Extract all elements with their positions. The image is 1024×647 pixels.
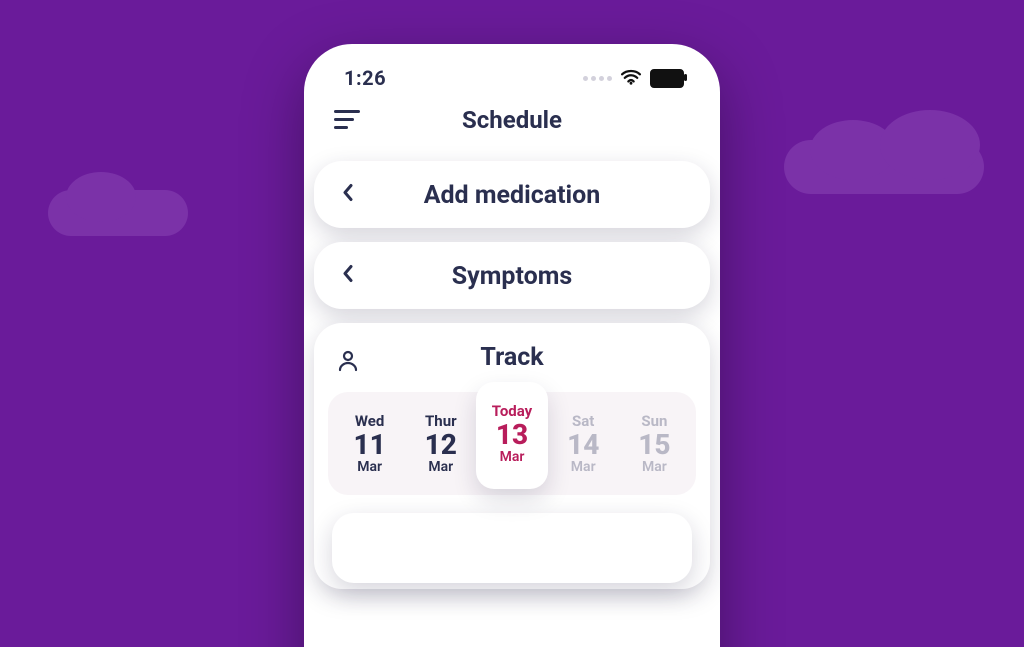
calendar-day[interactable]: Wed 11 Mar (334, 406, 405, 481)
back-chevron-icon[interactable] (334, 176, 362, 213)
day-of-month: 12 (405, 430, 476, 459)
stage: 1:26 Schedule Add medication (0, 0, 1024, 647)
status-time: 1:26 (344, 66, 386, 90)
calendar-day[interactable]: Sat 14 Mar (548, 406, 619, 481)
decorative-cloud-right (784, 140, 984, 194)
card-title: Add medication (328, 181, 696, 210)
day-of-month: 13 (476, 420, 547, 449)
card-title: Symptoms (328, 262, 696, 291)
day-of-month: 15 (619, 430, 690, 459)
back-chevron-icon[interactable] (334, 257, 362, 294)
page-title: Schedule (304, 106, 720, 134)
month-label: Mar (548, 459, 619, 475)
month-label: Mar (334, 459, 405, 475)
wifi-icon (620, 66, 642, 90)
card-title: Track (328, 343, 696, 372)
card-track: Track Wed 11 Mar Thur 12 Mar Today 13 Ma… (314, 323, 710, 589)
calendar-day[interactable]: Thur 12 Mar (405, 406, 476, 481)
card-add-medication[interactable]: Add medication (314, 161, 710, 228)
battery-icon (650, 69, 684, 88)
profile-icon[interactable] (332, 345, 364, 381)
menu-icon[interactable] (328, 104, 366, 135)
month-label: Mar (476, 449, 547, 465)
calendar-strip[interactable]: Wed 11 Mar Thur 12 Mar Today 13 Mar Sat … (328, 392, 696, 495)
card-symptoms[interactable]: Symptoms (314, 242, 710, 309)
month-label: Mar (405, 459, 476, 475)
day-of-month: 11 (334, 430, 405, 459)
decorative-cloud-left (48, 190, 188, 236)
day-of-month: 14 (548, 430, 619, 459)
track-content-card[interactable] (332, 513, 692, 583)
status-bar: 1:26 (304, 44, 720, 98)
cellular-dots-icon (583, 76, 612, 81)
calendar-day-today[interactable]: Today 13 Mar (476, 382, 547, 489)
app-nav: Schedule (304, 98, 720, 147)
month-label: Mar (619, 459, 690, 475)
phone-frame: 1:26 Schedule Add medication (304, 44, 720, 647)
calendar-day[interactable]: Sun 15 Mar (619, 406, 690, 481)
status-right-cluster (583, 66, 684, 90)
